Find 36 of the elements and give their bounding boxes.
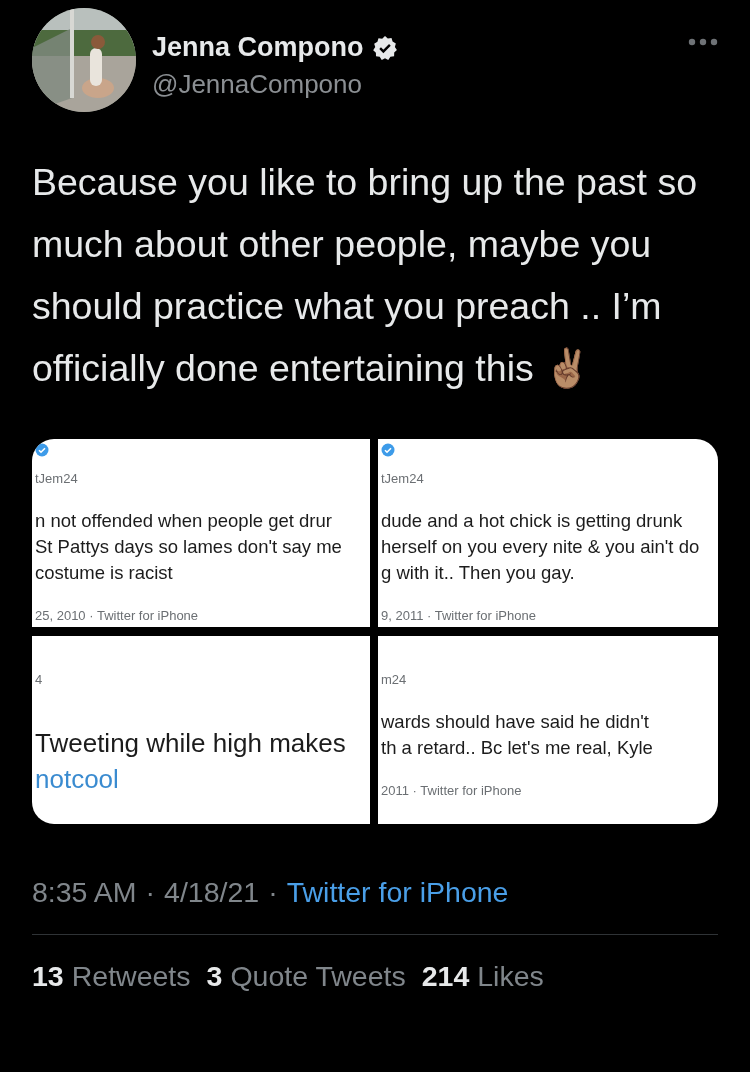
user-handle: tJem24	[381, 471, 425, 486]
tweet-date: 2011 · Twitter for iPhone	[381, 783, 523, 798]
source-link[interactable]: Twitter for iPhone	[286, 875, 509, 909]
tweet-text-line: dude and a hot chick is getting drunk	[381, 509, 683, 533]
tweet-date: 4/18/21	[164, 875, 260, 909]
stat-label[interactable]: Quote Tweets	[230, 959, 406, 993]
separator-dot: ·	[268, 875, 278, 909]
tweet-date: 25, 2010 · Twitter for iPhone	[35, 608, 200, 623]
tweet-screenshot[interactable]: tJem24 n not offended when people get drur St Pattys days so lames don't say me costume is racist 25, 2010 · Twitter for iPhone	[32, 439, 370, 627]
more-options-icon[interactable]	[688, 38, 718, 46]
tweet-text-line: n not offended when people get drur	[35, 509, 332, 533]
tweet-screenshot[interactable]: m24 wards should have said he didn't th a retard.. Bc let's me real, Kyle 2011 · Twitter for iPhone	[378, 636, 718, 824]
tweet-screenshot[interactable]: 4 Tweeting while high makes notcool	[32, 636, 370, 824]
separator-dot: ·	[145, 875, 156, 909]
stat-label[interactable]: Retweets	[71, 959, 191, 993]
tweet-text-line: herself on you every nite & you ain't do	[381, 535, 700, 559]
tweet-text-line: St Pattys days so lames don't say me	[35, 535, 342, 559]
user-handle: m24	[381, 672, 408, 687]
stat-count[interactable]: 13	[32, 959, 64, 993]
stat-count[interactable]: 3	[206, 959, 223, 993]
tweet-text-line: Tweeting while high makes	[35, 727, 346, 760]
tweet-time: 8:35 AM	[32, 875, 137, 909]
tweet-screenshot[interactable]: tJem24 dude and a hot chick is getting drunk herself on you every nite & you ain't do g with it.. Then you gay. 9, 2011 · Twitter for iPhone	[378, 439, 718, 627]
tweet-text-line: wards should have said he didn't	[381, 710, 649, 734]
tweet-text-line: th a retard.. Bc let's me real, Kyle	[381, 736, 653, 760]
author-name[interactable]: Jenna Compono	[152, 32, 364, 63]
user-handle: 4	[35, 672, 44, 687]
user-handle: tJem24	[35, 471, 79, 486]
stat-count[interactable]: 214	[421, 959, 470, 993]
tweet-text: Because you like to bring up the past so much about other people, maybe you should practice what you preach .. I’m officially done entertaining this ✌🏽	[32, 160, 698, 391]
author-handle[interactable]: @JennaCompono	[152, 69, 688, 100]
hashtag-link[interactable]: notcool	[35, 761, 119, 797]
tweet-text-line: costume is racist	[35, 561, 173, 585]
tweet-text-line: g with it.. Then you gay.	[381, 561, 575, 585]
stat-label[interactable]: Likes	[477, 959, 544, 993]
tweet-date: 9, 2011 · Twitter for iPhone	[381, 608, 537, 623]
